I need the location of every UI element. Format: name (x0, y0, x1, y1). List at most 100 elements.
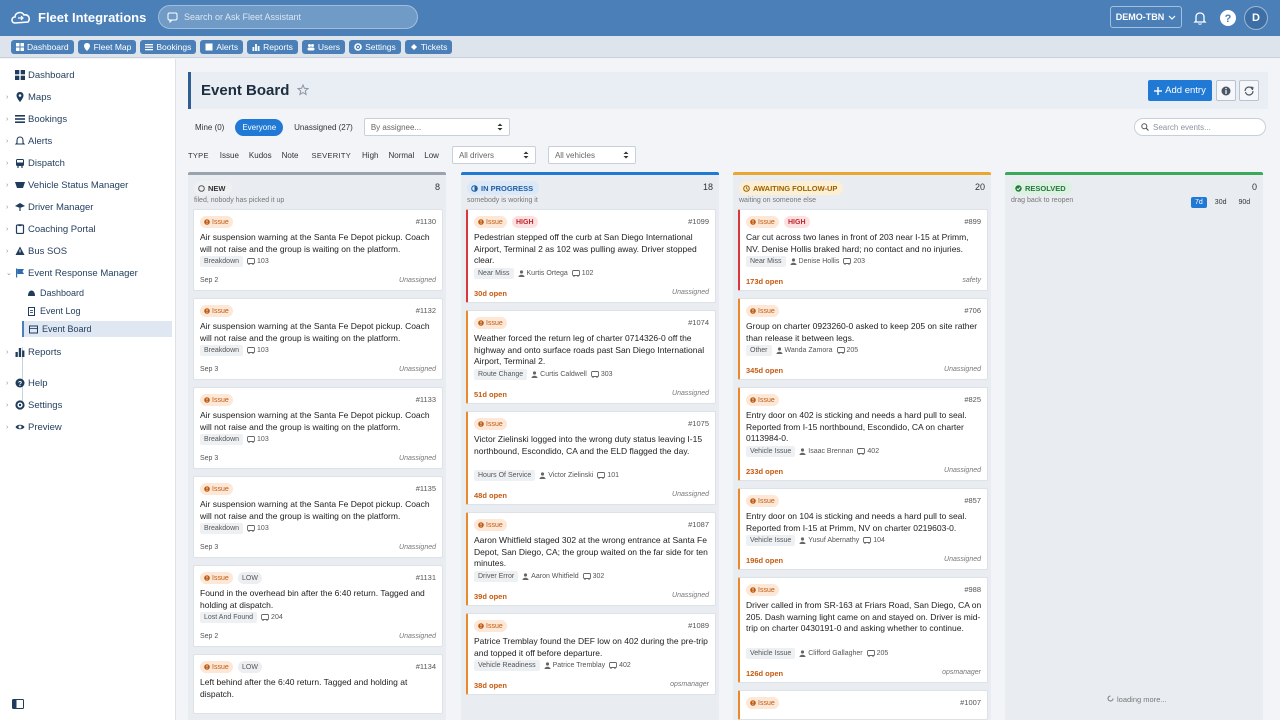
sidebar-subitem-event-log[interactable]: Event Log (22, 303, 172, 319)
event-card[interactable]: Issue #1135 Air suspension warning at the … (193, 476, 443, 558)
map-pin-icon (16, 92, 24, 102)
nav-dashboard-button[interactable]: Dashboard (11, 39, 74, 54)
help-icon[interactable]: ? (1219, 9, 1237, 27)
sidebar-subitem-event-board[interactable]: Event Board (22, 321, 172, 337)
grid-icon (16, 42, 24, 51)
filter-unassigned-chip[interactable]: Unassigned (27) (287, 119, 360, 136)
event-assignee: safety (962, 277, 981, 284)
event-card[interactable]: Issue #1130 Air suspension warning at the … (193, 209, 443, 291)
event-card[interactable]: Issue HIGH #899 Car cut across two lanes in… (738, 209, 988, 291)
notifications-bell-icon[interactable] (1191, 9, 1209, 27)
sidebar-label: Maps (28, 91, 52, 103)
vehicle-number: 203 (853, 258, 866, 265)
nav-users-button[interactable]: Users (301, 39, 346, 54)
sidebar-item-bus-sos[interactable]: › Bus SOS (0, 241, 176, 261)
nav-bookings-button[interactable]: Bookings (140, 39, 197, 54)
nav-alerts-button[interactable]: Alerts (200, 39, 244, 54)
event-card[interactable]: Issue #1007 (738, 690, 988, 720)
type-issue-chip[interactable]: Issue (215, 147, 244, 163)
event-meta: Breakdown 103 (200, 256, 269, 267)
chat-icon (167, 12, 178, 23)
quick-nav-bar: Dashboard Fleet Map Bookings Alerts Repo… (0, 36, 1280, 58)
event-description: Car cut across two lanes in front of 203… (746, 232, 969, 254)
column-header-badge: IN PROGRESS (467, 181, 540, 195)
event-card[interactable]: Issue HIGH #1099 Pedestrian stepped off the… (466, 209, 716, 303)
sidebar-item-settings[interactable]: › Settings (0, 395, 176, 415)
nav-reports-button[interactable]: Reports (247, 39, 298, 54)
driver-info: Denise Hollis (790, 258, 839, 265)
refresh-button[interactable] (1239, 80, 1259, 101)
event-card[interactable]: Issue #1074 Weather forced the return leg … (466, 310, 716, 404)
event-card[interactable]: Issue #1087 Aaron Whitfield staged 302 at … (466, 512, 716, 606)
severity-high-chip[interactable]: High (357, 147, 383, 163)
vehicle-number: 102 (581, 270, 594, 277)
assignee-select[interactable]: By assignee... (363, 118, 510, 136)
bus-icon (247, 258, 255, 265)
type-badge: Issue (746, 697, 779, 709)
favorite-star-icon[interactable] (296, 83, 310, 98)
event-card[interactable]: Issue #825 Entry door on 402 is sticking a… (738, 387, 988, 481)
column-new: NEW 8 filed, nobody has picked it up Issue #… (188, 172, 446, 720)
event-age: Sep 2 (200, 633, 219, 640)
filter-mine-chip[interactable]: Mine (0) (188, 119, 231, 136)
severity-low-chip[interactable]: Low (419, 147, 444, 163)
vehicles-select[interactable]: All vehicles (547, 146, 636, 164)
nav-tickets-button[interactable]: Tickets (404, 39, 453, 54)
user-avatar[interactable]: D (1244, 6, 1268, 30)
category-tag: Other (746, 345, 772, 356)
sidebar-subitem-dashboard[interactable]: Dashboard (22, 285, 172, 301)
event-card[interactable]: Issue LOW #1134 Left behind after the 6:40 … (193, 654, 443, 714)
severity-normal-chip[interactable]: Normal (383, 147, 419, 163)
type-note-chip[interactable]: Note (277, 147, 304, 163)
nav-settings-button[interactable]: Settings (349, 39, 401, 54)
sidebar-item-coaching-portal[interactable]: › Coaching Portal (0, 219, 176, 239)
event-description: Air suspension warning at the Santa Fe D… (200, 232, 430, 254)
sidebar-item-driver-manager[interactable]: › Driver Manager (0, 197, 176, 217)
event-description: Air suspension warning at the Santa Fe D… (200, 499, 430, 521)
sidebar-item-event-response-manager[interactable]: ⌄ Event Response Manager (0, 263, 176, 283)
drivers-select[interactable]: All drivers (451, 146, 536, 164)
range-option-90d[interactable]: 90d (1234, 197, 1254, 208)
vehicle-info: 103 (247, 258, 269, 265)
app-logo[interactable]: Fleet Integrations (10, 8, 146, 26)
tenant-select[interactable]: DEMO-TBN (1110, 6, 1182, 28)
info-button[interactable] (1216, 80, 1236, 101)
range-option-30d[interactable]: 30d (1211, 197, 1231, 208)
column-subtitle: somebody is working it (467, 197, 538, 204)
range-option-7d[interactable]: 7d (1191, 197, 1207, 208)
eye-icon (15, 424, 25, 430)
sidebar-item-bookings[interactable]: › Bookings (0, 109, 176, 129)
sidebar-item-reports[interactable]: › Reports (0, 342, 176, 362)
nav-label: Alerts (216, 41, 239, 52)
sidebar-item-vehicle-status-manager[interactable]: › Vehicle Status Manager (0, 175, 176, 195)
sidebar-collapse-icon[interactable] (12, 699, 24, 711)
event-assignee: opsmanager (942, 669, 981, 676)
sidebar-item-dispatch[interactable]: › Dispatch (0, 153, 176, 173)
event-card[interactable]: Issue #1132 Air suspension warning at the … (193, 298, 443, 380)
event-age: Sep 3 (200, 544, 219, 551)
event-card[interactable]: Issue #857 Entry door on 104 is sticking a… (738, 488, 988, 570)
event-card[interactable]: Issue #988 Driver called in from SR-163 at… (738, 577, 988, 683)
event-card[interactable]: Issue #706 Group on charter 0923260-0 aske… (738, 298, 988, 380)
type-label: Issue (212, 396, 229, 404)
event-age: Sep 3 (200, 366, 219, 373)
sidebar-item-help[interactable]: ›? Help (0, 373, 176, 393)
type-kudos-chip[interactable]: Kudos (244, 147, 277, 163)
bus-icon (843, 258, 852, 265)
add-entry-button[interactable]: Add entry (1148, 80, 1212, 101)
driver-name: Curtis Caldwell (540, 371, 587, 378)
bus-icon (863, 537, 872, 544)
sidebar-item-dashboard[interactable]: Dashboard (0, 65, 176, 85)
cloud-sync-icon (11, 11, 31, 24)
event-card[interactable]: Issue #1075 Victor Zielinski logged into t… (466, 411, 716, 505)
filter-everyone-chip[interactable]: Everyone (235, 118, 284, 136)
nav-fleet-map-button[interactable]: Fleet Map (77, 39, 137, 54)
event-card[interactable]: Issue #1089 Patrice Tremblay found the DEF… (466, 613, 716, 695)
search-events-input[interactable]: Search events... (1134, 118, 1266, 136)
sidebar-item-maps[interactable]: › Maps (0, 87, 176, 107)
event-card[interactable]: Issue LOW #1131 Found in the overhead bin a… (193, 565, 443, 647)
sidebar-item-preview[interactable]: › Preview (0, 417, 176, 437)
assistant-search-input[interactable]: Search or Ask Fleet Assistant (158, 5, 418, 29)
sidebar-item-alerts[interactable]: › Alerts (0, 131, 176, 151)
event-card[interactable]: Issue #1133 Air suspension warning at the … (193, 387, 443, 469)
